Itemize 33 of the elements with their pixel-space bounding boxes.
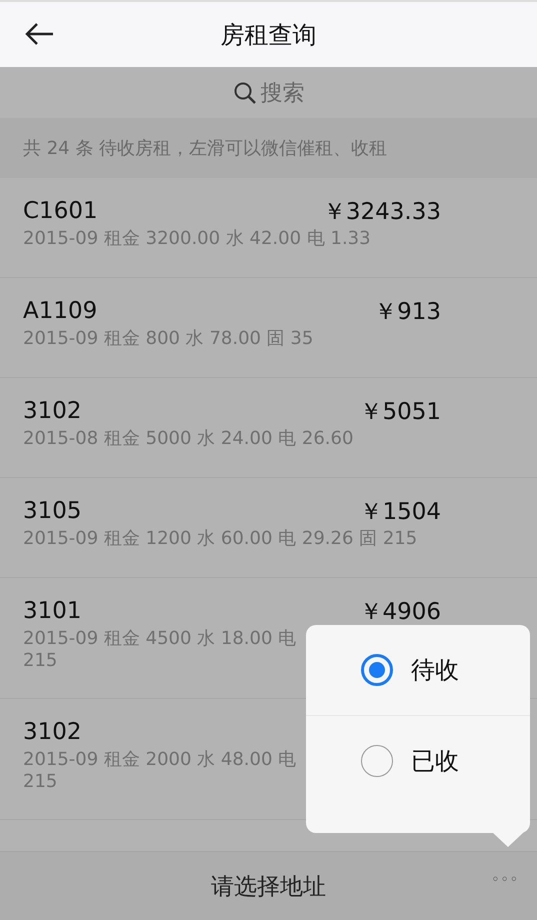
rent-list-item[interactable]: 3105 ￥1504 2015-09 租金 1200 水 60.00 电 29.26 固 215 bbox=[0, 478, 537, 578]
room-number: 3101 bbox=[23, 598, 82, 624]
rent-detail: 215 bbox=[23, 771, 58, 793]
rent-amount: ￥3243.33 bbox=[322, 198, 441, 226]
radio-button[interactable] bbox=[361, 654, 393, 686]
more-button[interactable]: ◦◦◦ bbox=[491, 872, 519, 888]
room-number: 3105 bbox=[23, 498, 82, 524]
page-title: 房租查询 bbox=[220, 20, 316, 50]
rent-detail: 2015-09 租金 2000 水 48.00 电 bbox=[23, 749, 296, 771]
room-number: A1109 bbox=[23, 298, 98, 324]
back-arrow-icon[interactable] bbox=[24, 22, 54, 46]
rent-detail: 2015-08 租金 5000 水 24.00 电 26.60 bbox=[23, 428, 354, 450]
radio-button[interactable] bbox=[361, 745, 393, 777]
rent-amount: ￥5051 bbox=[359, 398, 441, 426]
room-number: C1601 bbox=[23, 198, 98, 224]
room-number: 3102 bbox=[23, 398, 82, 424]
rent-amount: ￥913 bbox=[374, 298, 441, 326]
filter-option[interactable]: 待收 bbox=[306, 625, 530, 716]
rent-amount: ￥1504 bbox=[359, 498, 441, 526]
rent-detail: 2015-09 租金 4500 水 18.00 电 bbox=[23, 628, 296, 650]
rent-detail: 2015-09 租金 800 水 78.00 固 35 bbox=[23, 328, 314, 350]
filter-option[interactable]: 已收 bbox=[306, 716, 530, 806]
info-text: 共 24 条 待收房租，左滑可以微信催租、收租 bbox=[23, 137, 388, 160]
rent-amount: ￥4906 bbox=[359, 598, 441, 626]
search-icon bbox=[232, 80, 256, 104]
rent-list-item[interactable]: A1109 ￥913 2015-09 租金 800 水 78.00 固 35 bbox=[0, 278, 537, 378]
address-selector[interactable]: 请选择地址 bbox=[211, 870, 326, 902]
rent-detail: 2015-09 租金 1200 水 60.00 电 29.26 固 215 bbox=[23, 528, 418, 550]
rent-detail: 215 bbox=[23, 650, 58, 672]
room-number: 3102 bbox=[23, 719, 82, 745]
rent-list-item[interactable]: C1601 ￥3243.33 2015-09 租金 3200.00 水 42.00 电 1.33 bbox=[0, 178, 537, 278]
rent-detail: 2015-09 租金 3200.00 水 42.00 电 1.33 bbox=[23, 228, 371, 250]
rent-list-item[interactable]: 3102 ￥5051 2015-08 租金 5000 水 24.00 电 26.60 bbox=[0, 378, 537, 478]
